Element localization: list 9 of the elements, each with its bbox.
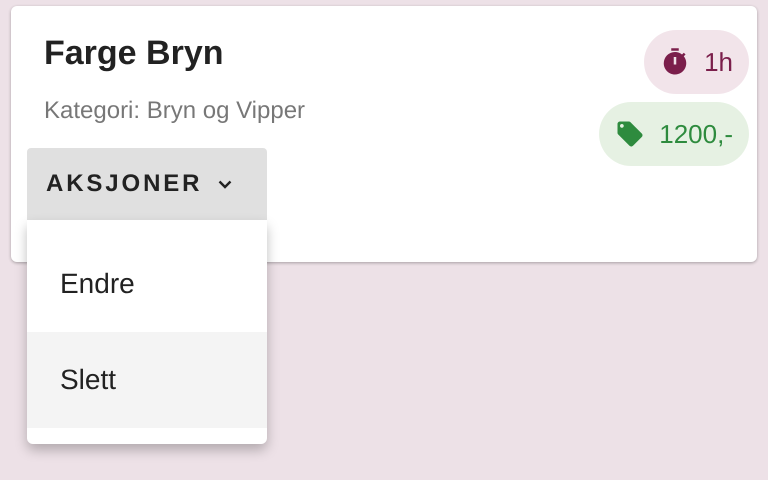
chip-label: 1200,- [659,118,733,150]
chip-label: 1h [704,46,733,78]
chevron-down-icon [218,180,232,188]
actions-button[interactable]: AKSJONER [27,148,267,220]
card-title: Farge Bryn [44,33,224,74]
category-text: Kategori: Bryn og Vipper [44,96,306,126]
menu-item[interactable]: Slett [27,332,267,428]
tag-icon [615,119,646,149]
menu-item[interactable]: Endre [27,236,267,332]
